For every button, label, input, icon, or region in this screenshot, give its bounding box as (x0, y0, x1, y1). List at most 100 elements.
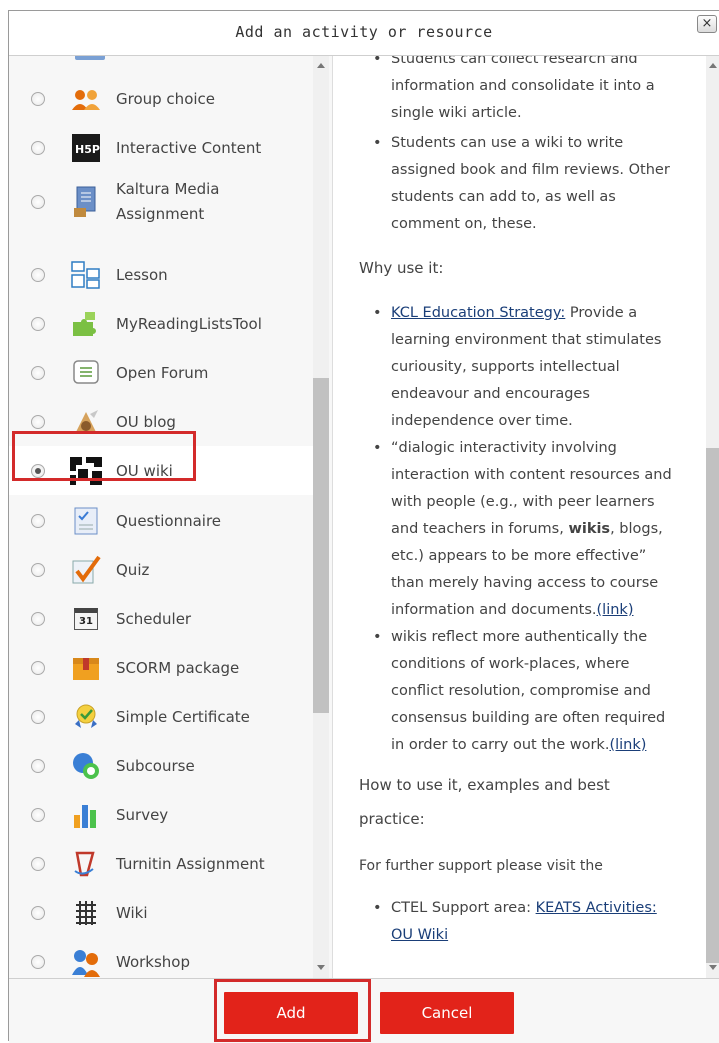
option-label: Scheduler (116, 609, 192, 628)
bullet-line: than merely having access to course (391, 575, 659, 591)
radio-button[interactable] (31, 91, 45, 106)
radio-button[interactable] (31, 905, 45, 920)
option-interactive-content[interactable]: H5P Interactive Content (9, 123, 317, 172)
radio-button[interactable] (31, 611, 45, 626)
radio-button[interactable] (31, 562, 45, 577)
radio-button[interactable] (31, 954, 45, 969)
bullet-line: conditions of work-places, where (391, 656, 630, 672)
bullet-line: endeavour and encourages (391, 386, 590, 402)
close-button[interactable]: × (697, 15, 717, 33)
bullet-line: assigned book and film reviews. Other (391, 162, 670, 178)
option-label: Group choice (116, 89, 216, 108)
reference-link[interactable]: (link) (597, 602, 634, 618)
turnitin-icon (69, 847, 103, 881)
bullet-line: consensus building are often required (391, 710, 666, 726)
option-kaltura-media-assignment[interactable]: Kaltura Media Assignment (9, 174, 317, 230)
cancel-button[interactable]: Cancel (380, 992, 514, 1034)
forum-icon (69, 356, 103, 390)
option-myreadinglists-tool[interactable]: MyReadingListsTool (9, 299, 317, 348)
bullet-line: independence over time. (391, 413, 573, 429)
cut-off-item-icon (75, 56, 105, 60)
option-label: Interactive Content (116, 138, 262, 157)
option-label: Workshop (116, 952, 191, 971)
bullet-line: students can add to, as well as (391, 189, 616, 205)
radio-button[interactable] (31, 267, 45, 282)
option-questionnaire[interactable]: Questionnaire (9, 496, 317, 545)
bullet-line: interaction with content resources and (391, 467, 672, 483)
option-group-choice[interactable]: Group choice (9, 74, 317, 123)
kcl-education-strategy-link[interactable]: KCL Education Strategy: (391, 305, 565, 321)
description-bullet: Students can use a wiki to write assigne… (373, 130, 691, 238)
left-scrollbar-thumb[interactable] (313, 378, 329, 713)
reference-link[interactable]: (link) (609, 737, 646, 753)
bullet-line: Students can use a wiki to write (391, 135, 624, 151)
description-bullet: wikis reflect more authentically the con… (373, 624, 691, 759)
ou-wiki-link[interactable]: OU Wiki (391, 927, 448, 943)
radio-button[interactable] (31, 195, 45, 209)
option-label: Questionnaire (116, 511, 222, 530)
bold-text: wikis (568, 521, 611, 537)
radio-button[interactable] (31, 758, 45, 773)
right-scrollbar-thumb[interactable] (706, 448, 719, 963)
dialog-header: Add an activity or resource × (9, 11, 719, 56)
option-label: MyReadingListsTool (116, 314, 262, 333)
bullet-line: Students can collect research and (391, 56, 638, 67)
dialog-title: Add an activity or resource (235, 23, 493, 41)
kaltura-icon (69, 185, 103, 219)
bullet-line: learning environment that stimulates (391, 332, 662, 348)
scroll-up-arrow-icon[interactable] (709, 63, 717, 68)
radio-button[interactable] (31, 709, 45, 724)
radio-button[interactable] (31, 316, 45, 331)
option-label: Turnitin Assignment (116, 854, 265, 873)
option-turnitin-assignment[interactable]: Turnitin Assignment (9, 839, 317, 888)
option-survey[interactable]: Survey (9, 790, 317, 839)
scroll-up-arrow-icon[interactable] (317, 63, 325, 68)
option-simple-certificate[interactable]: Simple Certificate (9, 692, 317, 741)
radio-button[interactable] (31, 856, 45, 871)
scroll-down-arrow-icon[interactable] (709, 965, 717, 970)
option-label: Subcourse (116, 756, 195, 775)
option-scheduler[interactable]: 31 Scheduler (9, 594, 317, 643)
why-heading: Why use it: (359, 259, 444, 277)
bullet-line: information and consolidate it into a (391, 78, 655, 94)
bullet-text: CTEL Support area: (391, 900, 536, 916)
option-quiz[interactable]: Quiz (9, 545, 317, 594)
radio-button[interactable] (31, 414, 45, 429)
option-label: Lesson (116, 265, 168, 284)
quiz-icon (69, 553, 103, 587)
wiki-icon (69, 896, 103, 930)
description-bullet: “dialogic interactivity involving intera… (373, 435, 691, 624)
bullet-line: wikis reflect more authentically the (391, 629, 648, 645)
radio-button[interactable] (31, 660, 45, 675)
description-bullet: Students can collect research and inform… (373, 56, 691, 127)
radio-button[interactable] (31, 140, 45, 155)
bullet-line: “dialogic interactivity involving (391, 440, 617, 456)
option-label: Simple Certificate (116, 707, 250, 726)
scorm-icon (69, 651, 103, 685)
activity-description: Students can collect research and inform… (333, 56, 713, 978)
calendar-icon-text: 31 (74, 607, 98, 630)
support-text: For further support please visit the (359, 858, 603, 874)
option-label: Open Forum (116, 363, 209, 382)
radio-button[interactable] (31, 807, 45, 822)
scroll-down-arrow-icon[interactable] (317, 965, 325, 970)
option-subcourse[interactable]: Subcourse (9, 741, 317, 790)
bullet-line: Provide a (565, 305, 638, 321)
option-lesson[interactable]: Lesson (9, 250, 317, 299)
svg-text:H5P: H5P (75, 143, 100, 156)
radio-button[interactable] (31, 513, 45, 528)
option-label: Survey (116, 805, 169, 824)
radio-button[interactable] (31, 365, 45, 380)
option-label: Quiz (116, 560, 150, 579)
option-wiki[interactable]: Wiki (9, 888, 317, 937)
option-scorm-package[interactable]: SCORM package (9, 643, 317, 692)
description-bullet: KCL Education Strategy: Provide a learni… (373, 300, 691, 435)
bullet-line: conflict resolution, compromise and (391, 683, 651, 699)
bullet-line: curiousity, supports intellectual (391, 359, 620, 375)
option-open-forum[interactable]: Open Forum (9, 348, 317, 397)
option-label: SCORM package (116, 658, 240, 677)
option-workshop[interactable]: Workshop (9, 937, 317, 978)
keats-activities-link[interactable]: KEATS Activities: (536, 900, 657, 916)
bullet-line: etc.) appears to be more effective” (391, 548, 647, 564)
workshop-icon (69, 945, 103, 979)
